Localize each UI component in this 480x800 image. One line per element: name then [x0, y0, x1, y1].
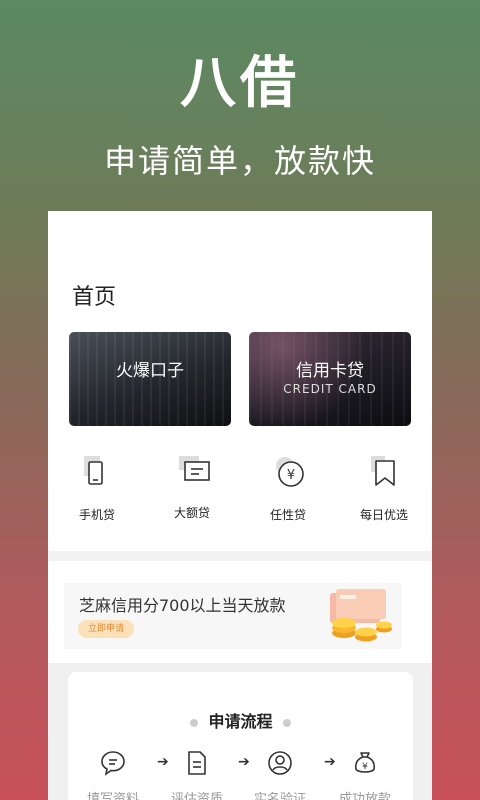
flow-step-assess: 评估资质: [162, 750, 232, 800]
category-phone-loan[interactable]: 手机贷: [57, 456, 137, 523]
yen-icon: ¥: [273, 456, 304, 488]
dot-icon: [190, 718, 199, 727]
section-divider: [48, 551, 432, 561]
banner-subtitle: CREDIT CARD: [283, 382, 377, 396]
banner-title: 火爆口子: [116, 361, 184, 381]
card-icon: [177, 454, 210, 486]
app-subtitle: 申请简单，放款快: [103, 142, 376, 180]
document-icon: [188, 751, 206, 775]
category-label: 任性贷: [269, 508, 306, 522]
flow-step-verify: 实名验证: [245, 750, 315, 800]
promo-banner[interactable]: 芝麻信用分700以上当天放款 立即申请: [64, 583, 402, 649]
flow-step-label: 评估资质: [170, 792, 223, 800]
banner-title: 信用卡贷: [296, 361, 364, 381]
money-bag-icon: ¥: [354, 752, 376, 773]
apply-flow-card: 申请流程 填写资料 ➔ 评估资质 ➔ 实名验证 ➔ ¥ 成功放款: [68, 672, 413, 800]
svg-text:¥: ¥: [362, 762, 368, 772]
flow-step-disburse: ¥ 成功放款: [330, 750, 400, 800]
user-icon: [268, 751, 292, 775]
flow-step-label: 实名验证: [253, 792, 306, 800]
flow-title-text: 申请流程: [208, 712, 273, 731]
category-daily-pick[interactable]: 每日优选: [344, 456, 424, 523]
flow-step-label: 填写资料: [86, 792, 139, 800]
phone-screen: 首页 火爆口子 信用卡贷 CREDIT CARD 手机贷 大额贷 ¥ 任性贷 每…: [48, 211, 432, 800]
flow-step-label: 成功放款: [338, 792, 391, 800]
banner-hot-loans[interactable]: 火爆口子: [69, 332, 231, 426]
coins-illustration: [322, 587, 402, 647]
banner-credit-card[interactable]: 信用卡贷 CREDIT CARD: [249, 332, 411, 426]
category-label: 每日优选: [359, 508, 408, 522]
phone-icon: [82, 456, 112, 488]
category-flexible-loan[interactable]: ¥ 任性贷: [248, 456, 328, 523]
bookmark-icon: [369, 456, 399, 488]
chat-icon: [101, 751, 125, 776]
promo-text: 芝麻信用分700以上当天放款: [79, 596, 286, 615]
dot-icon: [282, 718, 291, 727]
flow-step-fill-info: 填写资料: [78, 750, 148, 800]
flow-title: 申请流程: [68, 708, 413, 732]
apply-now-button[interactable]: 立即申请: [78, 620, 134, 638]
svg-text:¥: ¥: [287, 468, 295, 483]
category-large-loan[interactable]: 大额贷: [152, 454, 232, 521]
category-label: 大额贷: [173, 506, 210, 520]
app-title: 八借: [180, 51, 300, 116]
category-label: 手机贷: [78, 508, 115, 522]
page-title: 首页: [72, 285, 117, 310]
